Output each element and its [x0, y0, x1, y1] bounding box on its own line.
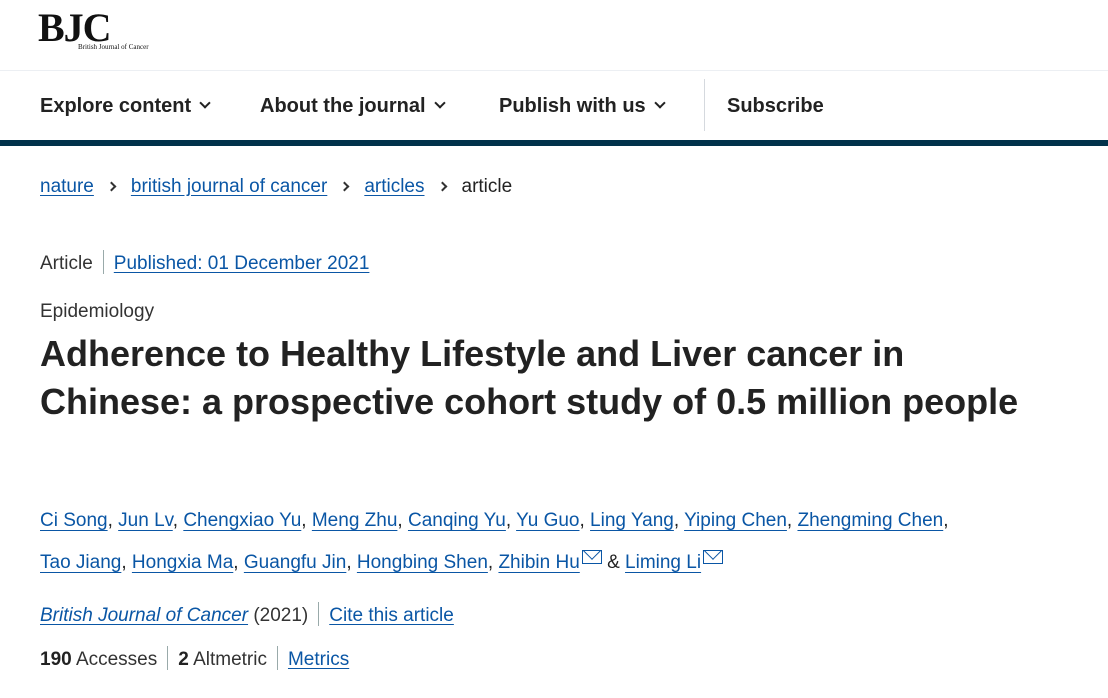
chevron-right-icon: [339, 181, 350, 192]
breadcrumb: nature british journal of cancer articles a…: [40, 176, 512, 198]
divider: [318, 602, 320, 626]
cite-article-link[interactable]: Cite this article: [329, 605, 454, 626]
author-link[interactable]: Zhengming Chen: [797, 510, 943, 531]
citation-line: British Journal of Cancer (2021) Cite thi…: [40, 602, 454, 628]
main-nav: Explore content About the journal Publis…: [0, 70, 1108, 142]
nav-rule: [0, 140, 1108, 146]
divider: [102, 250, 104, 274]
accesses-label: Accesses: [75, 649, 158, 671]
chevron-down-icon: [199, 97, 211, 109]
chevron-down-icon: [654, 97, 666, 109]
author-link[interactable]: Ling Yang: [590, 510, 674, 531]
accesses-count: 190: [40, 649, 72, 671]
article-title: Adherence to Healthy Lifestyle and Liver…: [40, 333, 1019, 422]
author-link[interactable]: Tao Jiang: [40, 552, 121, 573]
logo-subtitle: British Journal of Cancer: [78, 43, 149, 51]
publication-year: (2021): [253, 605, 309, 627]
mail-icon[interactable]: [703, 550, 724, 564]
breadcrumb-nature[interactable]: nature: [40, 176, 94, 197]
author-link[interactable]: Guangfu Jin: [244, 552, 346, 573]
divider: [276, 646, 278, 670]
chevron-down-icon: [433, 97, 446, 109]
nav-publish-label: Publish with us: [499, 95, 646, 117]
ampersand: &: [607, 552, 620, 573]
nav-publish-with-us[interactable]: Publish with us: [499, 71, 666, 141]
article-subject: Epidemiology: [40, 301, 155, 322]
author-link[interactable]: Zhibin Hu: [498, 552, 579, 573]
breadcrumb-bjc[interactable]: british journal of cancer: [131, 176, 327, 197]
author-link[interactable]: Jun Lv: [118, 510, 173, 531]
altmetric-label: Altmetric: [193, 649, 267, 671]
author-list: Ci Song, Jun Lv, Chengxiao Yu, Meng Zhu,…: [40, 510, 949, 573]
nav-divider: [704, 79, 705, 131]
nav-about-journal[interactable]: About the journal: [260, 71, 446, 141]
nav-about-label: About the journal: [260, 95, 426, 117]
chevron-right-icon: [437, 181, 447, 192]
nav-explore-content[interactable]: Explore content: [40, 71, 211, 141]
nav-explore-label: Explore content: [40, 95, 192, 117]
author-link[interactable]: Chengxiao Yu: [183, 510, 301, 531]
author-link[interactable]: Yiping Chen: [684, 510, 787, 531]
author-link[interactable]: Ci Song: [40, 510, 108, 531]
metrics-link[interactable]: Metrics: [288, 649, 349, 670]
published-date-link[interactable]: Published: 01 December 2021: [114, 253, 370, 274]
breadcrumb-current: article: [461, 176, 513, 197]
article-type: Article: [40, 253, 93, 275]
journal-link[interactable]: British Journal of Cancer: [40, 605, 248, 626]
divider: [167, 646, 169, 670]
author-link[interactable]: Canqing Yu: [408, 510, 506, 531]
author-link[interactable]: Meng Zhu: [312, 510, 398, 531]
site-header: BJC British Journal of Cancer: [0, 0, 1108, 70]
article-meta: Article Published: 01 December 2021: [40, 250, 370, 276]
author-link[interactable]: Hongbing Shen: [357, 552, 488, 573]
author-link[interactable]: Liming Li: [625, 552, 701, 573]
chevron-right-icon: [106, 181, 117, 192]
breadcrumb-articles[interactable]: articles: [364, 176, 424, 197]
mail-icon[interactable]: [581, 550, 602, 564]
nav-subscribe[interactable]: Subscribe: [727, 71, 824, 141]
author-link[interactable]: Hongxia Ma: [132, 552, 233, 573]
author-link[interactable]: Yu Guo: [516, 510, 579, 531]
altmetric-count: 2: [178, 649, 189, 671]
article-metrics: 190 Accesses 2 Altmetric Metrics: [40, 646, 349, 672]
